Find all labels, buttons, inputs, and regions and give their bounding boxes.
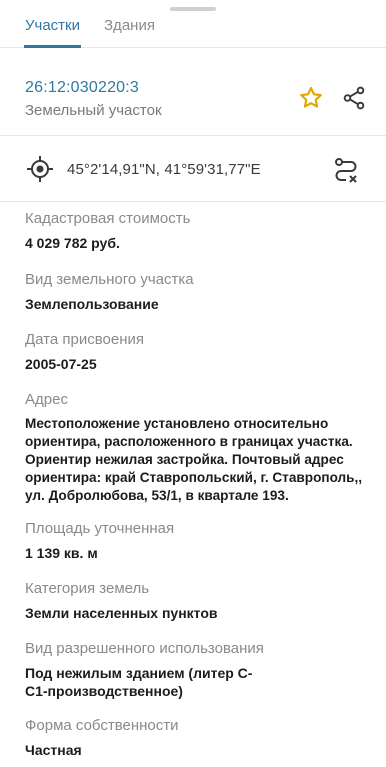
coordinates-text[interactable]: 45°2'14,91"N, 41°59'31,77"E xyxy=(67,161,261,178)
field-address: Адрес Местоположение установлено относит… xyxy=(25,390,381,505)
cadastral-number[interactable]: 26:12:030220:3 xyxy=(25,79,139,97)
field-value: Земли населенных пунктов xyxy=(25,605,218,621)
object-type: Земельный участок xyxy=(25,102,162,119)
field-ownership: Форма собственности Частная xyxy=(25,716,375,759)
field-area: Площадь уточненная 1 139 кв. м xyxy=(25,519,375,562)
field-label: Кадастровая стоимость xyxy=(25,210,191,227)
field-cadastral-cost: Кадастровая стоимость 4 029 782 руб. xyxy=(25,209,375,252)
share-icon[interactable] xyxy=(338,82,370,114)
field-value: Под нежилым зданием (литер С-С1-производ… xyxy=(25,665,253,699)
field-land-category: Категория земель Земли населенных пункто… xyxy=(25,579,375,622)
target-location-icon[interactable] xyxy=(26,155,54,183)
field-value: Землепользование xyxy=(25,296,159,312)
field-value: 2005-07-25 xyxy=(25,356,97,372)
field-label: Адрес xyxy=(25,391,68,408)
field-value: Местоположение установлено относительно … xyxy=(25,416,363,503)
field-value: Частная xyxy=(25,742,82,758)
tab-parcels[interactable]: Участки xyxy=(25,17,80,34)
field-label: Категория земель xyxy=(25,580,150,597)
field-value: 4 029 782 руб. xyxy=(25,235,120,251)
field-assignment-date: Дата присвоения 2005-07-25 xyxy=(25,330,375,373)
field-label: Форма собственности xyxy=(25,717,179,734)
field-label: Дата присвоения xyxy=(25,331,144,348)
field-parcel-kind: Вид земельного участка Землепользование xyxy=(25,270,375,313)
object-header: 26:12:030220:3 Земельный участок xyxy=(0,48,386,136)
tab-buildings[interactable]: Здания xyxy=(104,17,155,34)
field-value: 1 139 кв. м xyxy=(25,545,98,561)
field-label: Вид разрешенного использования xyxy=(25,640,264,657)
field-label: Площадь уточненная xyxy=(25,520,175,537)
route-icon[interactable] xyxy=(330,154,362,186)
field-label: Вид земельного участка xyxy=(25,271,194,288)
star-icon[interactable] xyxy=(295,82,327,114)
coordinates-row: 45°2'14,91"N, 41°59'31,77"E xyxy=(0,136,386,202)
field-permitted-use: Вид разрешенного использования Под нежил… xyxy=(25,639,264,700)
tabs-bar: Участки Здания xyxy=(0,0,386,48)
